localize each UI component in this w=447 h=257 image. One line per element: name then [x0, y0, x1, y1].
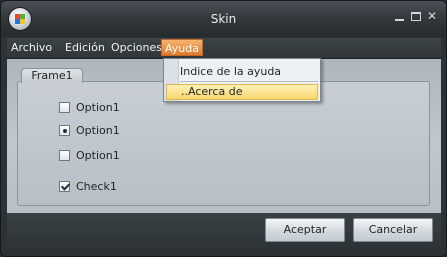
check-mark-icon — [60, 181, 71, 191]
menu-bar: Archivo Edición Opciones Ayuda — [7, 38, 441, 59]
radio-label: Option1 — [76, 124, 120, 137]
menu-item-help-index[interactable]: Indice de la ayuda — [180, 65, 281, 78]
menu-opciones[interactable]: Opciones — [111, 41, 162, 54]
minimize-button[interactable] — [393, 9, 407, 23]
menu-separator — [180, 81, 318, 82]
close-button[interactable]: ✕ — [425, 9, 439, 23]
radio-selected-dot — [63, 129, 67, 133]
maximize-button[interactable] — [409, 9, 423, 23]
help-menu-dropdown: Indice de la ayuda ..Acerca de — [163, 58, 321, 102]
checkbox-label: Option1 — [76, 101, 120, 114]
checkbox-box[interactable] — [59, 102, 70, 113]
frame-label: Frame1 — [21, 68, 83, 83]
main-window: Skin ✕ Archivo Edición Opciones Ayuda Fr… — [0, 0, 447, 257]
checkbox-box[interactable] — [59, 181, 71, 192]
menu-archivo[interactable]: Archivo — [11, 41, 52, 54]
menu-edicion[interactable]: Edición — [65, 41, 105, 54]
radio-box[interactable] — [59, 125, 70, 136]
checkbox-box[interactable] — [59, 150, 70, 161]
menu-item-about[interactable]: ..Acerca de — [166, 84, 318, 100]
menu-ayuda[interactable]: Ayuda — [161, 39, 203, 56]
checkbox-label: Option1 — [76, 149, 120, 162]
checkbox-label: Check1 — [76, 180, 117, 193]
title-bar[interactable]: Skin ✕ — [1, 1, 446, 37]
window-title: Skin — [210, 12, 237, 26]
cancel-button[interactable]: Cancelar — [353, 218, 433, 242]
accept-button[interactable]: Aceptar — [265, 218, 345, 242]
